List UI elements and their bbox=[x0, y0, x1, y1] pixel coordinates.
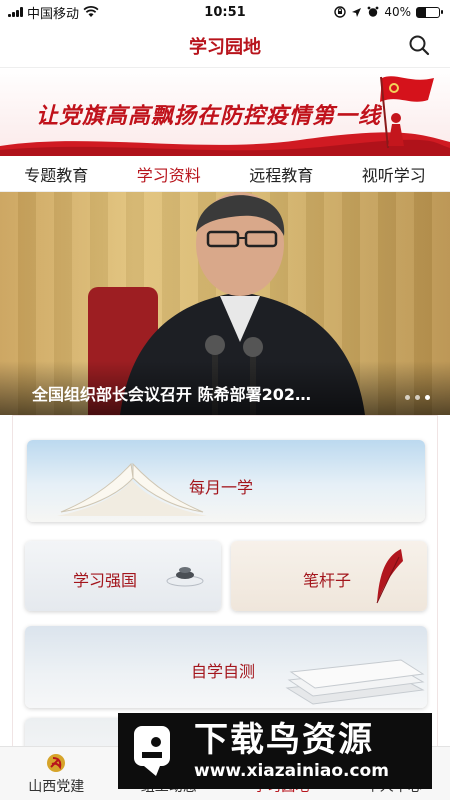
tab-remote-education[interactable]: 远程教育 bbox=[245, 156, 317, 192]
alarm-icon bbox=[367, 6, 379, 17]
monthly-study-label: 每月一学 bbox=[189, 478, 254, 497]
status-bar: 中国移动 10:51 40% bbox=[0, 0, 450, 24]
pen-card[interactable]: 笔杆子 bbox=[231, 541, 427, 611]
nav-bar: 学习园地 bbox=[0, 24, 450, 68]
category-tabs: 专题教育 学习资料 远程教育 视听学习 bbox=[0, 156, 450, 194]
battery-percent: 40% bbox=[384, 5, 411, 19]
tab-audio-visual-learning[interactable]: 视听学习 bbox=[358, 156, 430, 192]
party-emblem-icon bbox=[47, 754, 66, 772]
status-right: 40% bbox=[334, 5, 443, 19]
self-test-label: 自学自测 bbox=[191, 662, 256, 681]
watermark-text: 下载鸟资源 www.xiazainiao.com bbox=[194, 720, 389, 782]
tabbar-label: 山西党建 bbox=[28, 779, 85, 795]
study-power-label: 学习强国 bbox=[73, 571, 138, 590]
party-flag-icon bbox=[380, 76, 434, 149]
watermark-title: 下载鸟资源 bbox=[194, 720, 374, 760]
carousel-dots bbox=[405, 395, 430, 400]
bird-logo-icon bbox=[134, 726, 170, 776]
screen-lock-icon bbox=[334, 6, 347, 18]
ripple-stone-icon bbox=[166, 567, 204, 587]
location-icon bbox=[352, 7, 362, 17]
banner[interactable]: 让党旗高高飘扬在防控疫情第一线 bbox=[0, 68, 450, 156]
battery-fill bbox=[417, 7, 426, 17]
banner-slogan: 让党旗高高飘扬在防控疫情第一线 bbox=[36, 103, 382, 129]
battery-icon bbox=[416, 6, 443, 18]
carousel-dot[interactable] bbox=[405, 395, 410, 400]
carousel-caption: 全国组织部长会议召开 陈希部署202… bbox=[32, 385, 311, 404]
page-title: 学习园地 bbox=[189, 36, 261, 58]
carousel-caption-bar: 全国组织部长会议召开 陈希部署202… bbox=[0, 361, 450, 415]
tab-special-education[interactable]: 专题教育 bbox=[20, 156, 92, 192]
study-power-card[interactable]: 学习强国 bbox=[25, 541, 221, 611]
search-icon[interactable] bbox=[408, 34, 430, 56]
quill-icon bbox=[376, 549, 403, 604]
monthly-study-card[interactable]: 每月一学 bbox=[27, 440, 425, 522]
watermark-url: www.xiazainiao.com bbox=[194, 761, 389, 781]
tab-study-materials[interactable]: 学习资料 bbox=[133, 156, 205, 194]
watermark-overlay: 下载鸟资源 www.xiazainiao.com bbox=[118, 713, 432, 789]
carousel-dot[interactable] bbox=[415, 395, 420, 400]
pen-label: 笔杆子 bbox=[303, 571, 352, 590]
news-carousel[interactable]: 全国组织部长会议召开 陈希部署202… bbox=[0, 192, 450, 415]
carousel-dot[interactable] bbox=[425, 395, 430, 400]
tabbar-item-shanxi-party[interactable]: 山西党建 bbox=[0, 747, 113, 800]
paper-stack-icon bbox=[285, 659, 425, 705]
self-test-card[interactable]: 自学自测 bbox=[25, 626, 427, 708]
